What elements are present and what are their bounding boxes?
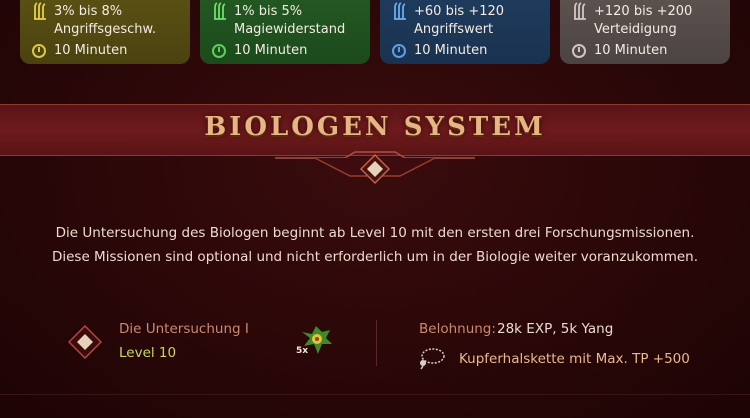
mission-diamond-icon <box>68 325 102 359</box>
reward-label: Belohnung: <box>419 321 496 337</box>
buff-duration: 10 Minuten <box>234 43 308 58</box>
buff-stat: Angriffswert <box>414 22 494 37</box>
mission-row <box>0 305 750 395</box>
buff-cards: 3% bis 8% Angriffsgeschw. 10 Minuten 1% … <box>0 0 750 70</box>
buff-value: 1% bis 5% <box>234 4 303 19</box>
buff-value: +60 bis +120 <box>414 4 505 19</box>
divider <box>376 320 377 366</box>
diamond-ornament-icon <box>275 151 475 185</box>
clock-icon <box>32 44 46 58</box>
necklace-icon[interactable] <box>417 346 447 370</box>
buff-value: 3% bis 8% <box>54 4 123 19</box>
buff-duration: 10 Minuten <box>414 43 488 58</box>
claw-icon <box>214 2 226 20</box>
claw-icon <box>34 2 46 20</box>
description-line: Die Untersuchung des Biologen beginnt ab… <box>55 225 695 241</box>
description-line: Diese Missionen sind optional und nicht … <box>51 249 699 265</box>
buff-card-defense: +120 bis +200 Verteidigung 10 Minuten <box>560 0 730 64</box>
buff-card-attack-speed: 3% bis 8% Angriffsgeschw. 10 Minuten <box>20 0 190 64</box>
buff-card-attack-value: +60 bis +120 Angriffswert 10 Minuten <box>380 0 550 64</box>
claw-icon <box>394 2 406 20</box>
reward-value: 28k EXP, 5k Yang <box>497 321 614 337</box>
mission-level: Level 10 <box>119 345 177 361</box>
bonus-item-label: Kupferhalskette mit Max. TP +500 <box>459 351 690 367</box>
buff-value: +120 bis +200 <box>594 4 693 19</box>
buff-card-magic-resistance: 1% bis 5% Magiewiderstand 10 Minuten <box>200 0 370 64</box>
buff-stat: Angriffsgeschw. <box>54 22 157 37</box>
buff-duration: 10 Minuten <box>594 43 668 58</box>
clock-icon <box>212 44 226 58</box>
item-count: 5x <box>296 346 309 356</box>
divider <box>0 394 750 395</box>
buff-stat: Verteidigung <box>594 22 677 37</box>
claw-icon <box>574 2 586 20</box>
clock-icon <box>392 44 406 58</box>
buff-duration: 10 Minuten <box>54 43 128 58</box>
section-title: BIOLOGEN SYSTEM <box>204 112 546 142</box>
clock-icon <box>572 44 586 58</box>
mission-title: Die Untersuchung I <box>119 321 249 337</box>
buff-stat: Magiewiderstand <box>234 22 346 37</box>
